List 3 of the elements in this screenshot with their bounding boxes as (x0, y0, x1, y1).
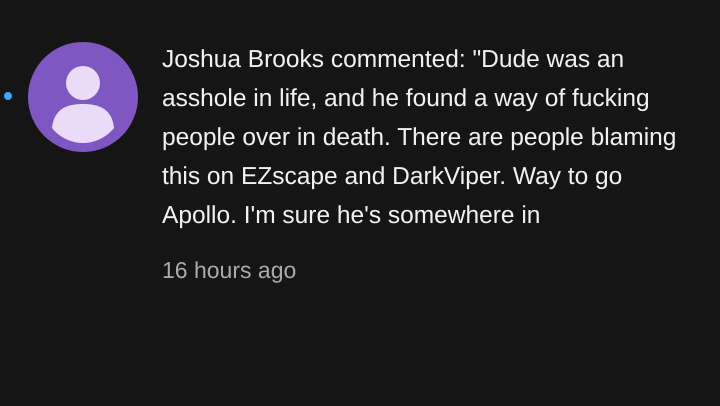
avatar-icon (28, 42, 138, 152)
comment-text: Joshua Brooks commented: "Dude was an asshole in life, and he found a way of fucking people over in death. There are people blaming this on EZscape and DarkViper. Way to go Apollo. I'm sure he's somewhere in (162, 45, 678, 231)
timestamp: 16 hours ago (162, 257, 296, 284)
